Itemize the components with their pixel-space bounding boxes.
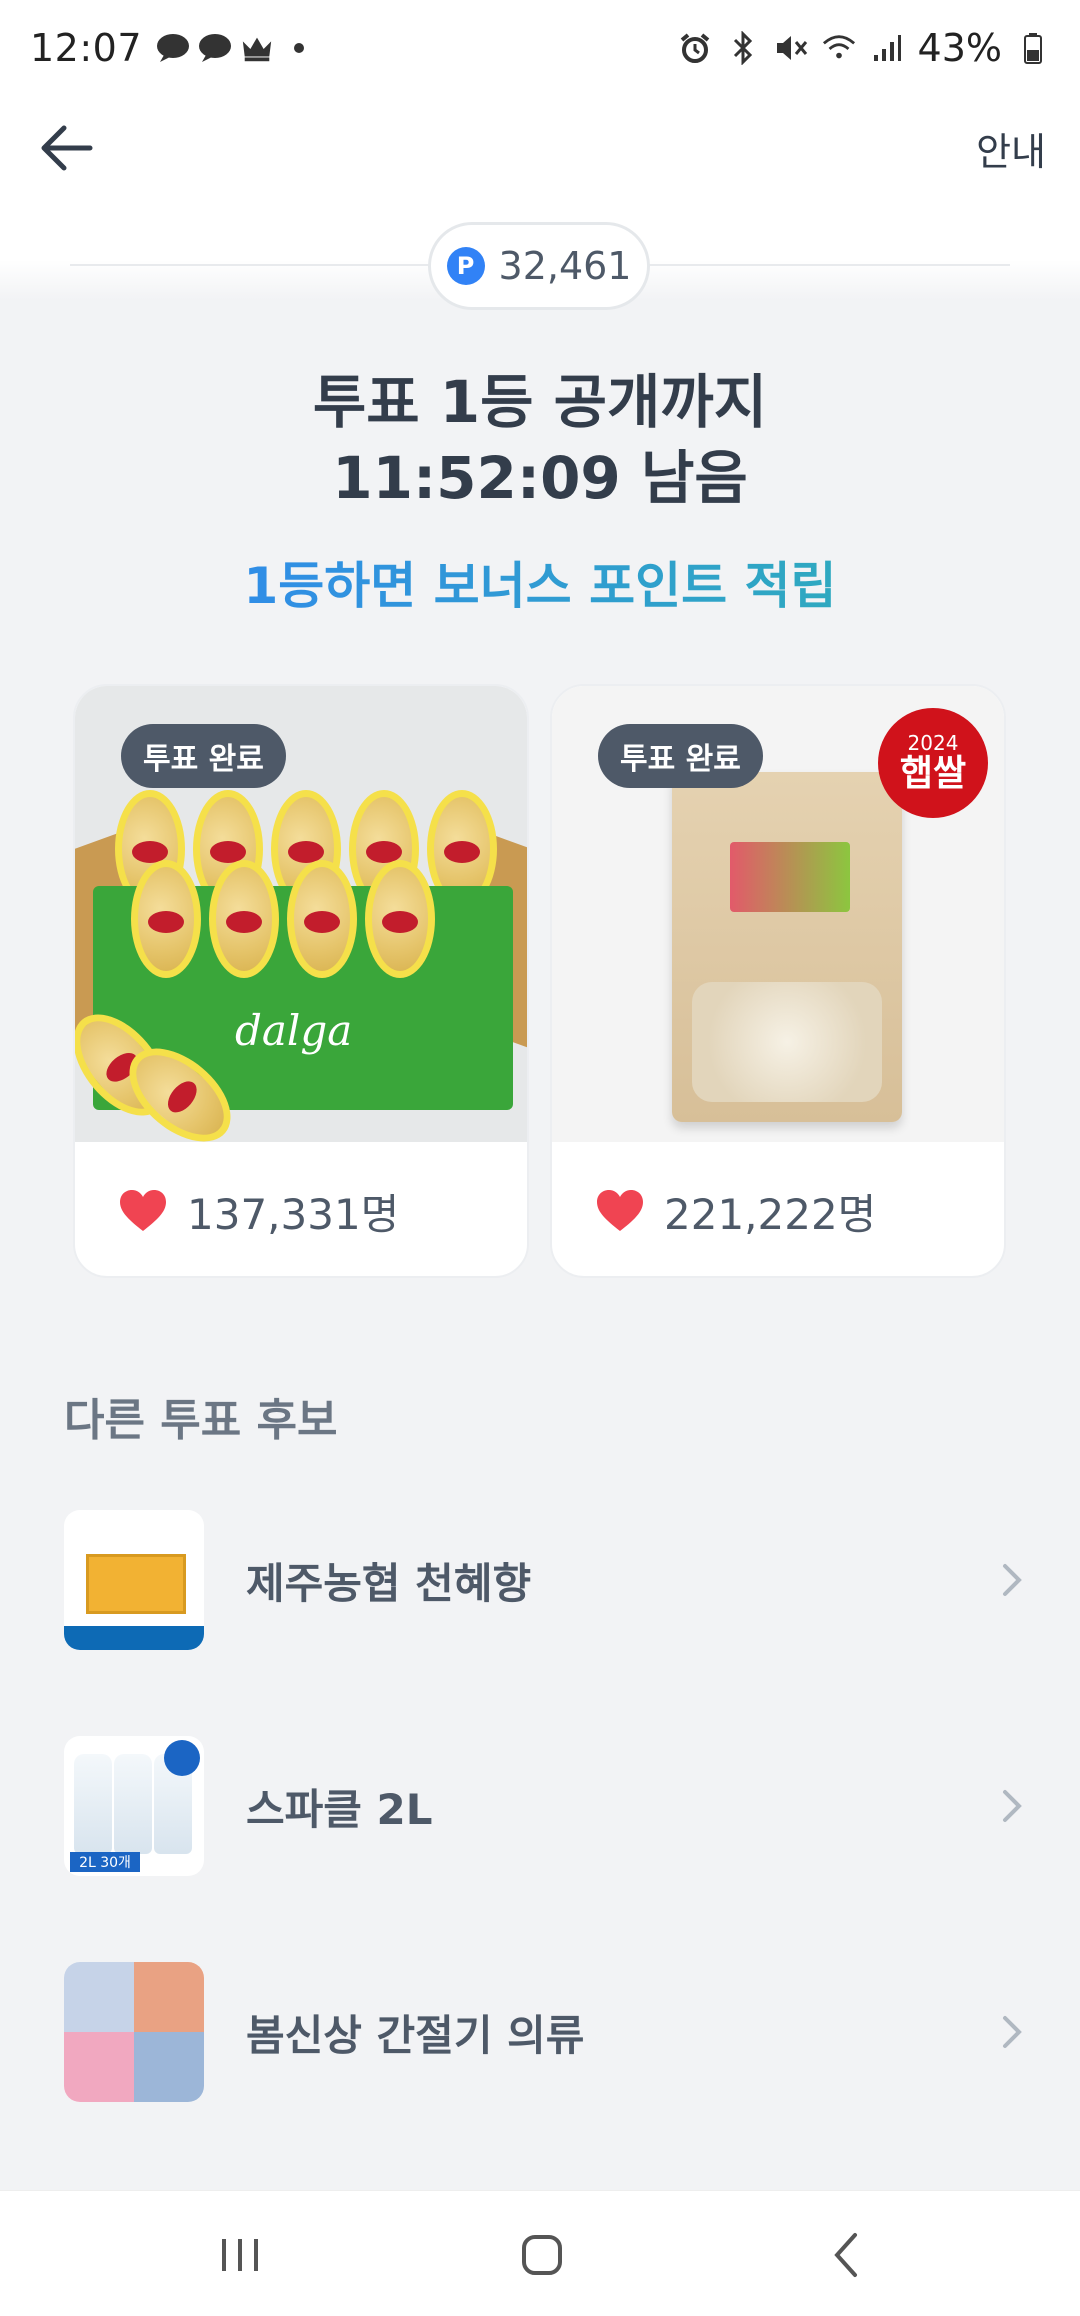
chevron-right-icon [1003,1790,1022,1822]
chevron-right-icon [1003,2016,1022,2048]
vote-card-footer: 221,222명 [552,1142,1004,1276]
candidate-item[interactable]: 제주농협 천혜향 [0,1506,1080,1654]
wifi-icon [822,31,856,65]
alarm-icon [678,31,712,65]
battery-percent: 43% [917,26,1002,70]
chevron-left-icon [834,2233,857,2277]
recent-apps-button[interactable] [210,2227,270,2283]
box-brand-label: dalga [235,1006,353,1055]
system-nav-bar [0,2190,1080,2316]
candidate-item[interactable]: 봄신상 간절기 의류 [0,1958,1080,2106]
chevron-right-icon [1003,1564,1022,1596]
system-back-button[interactable] [816,2227,876,2283]
vote-card-footer: 137,331명 [75,1142,527,1276]
countdown-headline: 투표 1등 공개까지 11:52:09 남음 [0,364,1080,516]
vote-count: 221,222명 [664,1189,877,1239]
recent-apps-icon [222,2239,258,2271]
candidate-name: 스파클 2L [246,1784,433,1834]
home-button[interactable] [512,2227,572,2283]
guide-button[interactable]: 안내 [976,121,1046,176]
candidate-thumbnail [64,1962,204,2102]
new-rice-year: 2024 [907,731,959,755]
crown-icon [240,31,274,65]
bonus-subline: 1등하면 보너스 포인트 적립 [0,546,1080,618]
vote-complete-badge: 투표 완료 [598,724,763,788]
top-nav: 안내 [0,96,1080,200]
heart-icon [597,1190,643,1231]
chat-bubble-icon [198,31,232,65]
countdown-timer: 11:52:09 남음 [332,444,748,512]
bluetooth-icon [726,31,760,65]
heart-icon [120,1190,166,1231]
chat-bubble-icon [156,31,190,65]
status-time: 12:07 [30,26,143,70]
status-bar: 12:07 43% [0,0,1080,96]
arrow-left-icon [41,125,93,171]
home-icon [522,2235,562,2275]
candidate-item[interactable]: 2L 30개 스파클 2L [0,1732,1080,1880]
battery-icon [1016,31,1050,65]
candidate-name: 봄신상 간절기 의류 [246,2010,585,2060]
new-rice-text: 햅쌀 [899,753,967,794]
headline-title: 투표 1등 공개까지 [312,368,768,436]
notification-icons [156,31,316,65]
back-button[interactable] [34,116,98,180]
new-rice-badge: 2024 햅쌀 [878,708,988,818]
other-candidates-title: 다른 투표 후보 [64,1395,338,1446]
points-icon: P [446,247,485,285]
candidate-name: 제주농협 천혜향 [246,1558,532,1608]
points-area: P 32,461 [0,200,1080,310]
dot-icon [282,31,316,65]
vote-card-mango[interactable]: dalga 투표 완료 137,331명 [73,684,529,1278]
points-value: 32,461 [498,244,632,288]
product-image-rice: 2024 햅쌀 투표 완료 [552,686,1004,1142]
thumbnail-label: 2L 30개 [70,1852,140,1872]
vote-complete-badge: 투표 완료 [121,724,286,788]
product-image-mango: dalga 투표 완료 [75,686,527,1142]
mute-icon [774,31,808,65]
vote-count: 137,331명 [187,1189,400,1239]
signal-icon [870,31,904,65]
vote-card-rice[interactable]: 2024 햅쌀 투표 완료 221,222명 [550,684,1006,1278]
points-badge[interactable]: P 32,461 [428,222,650,310]
candidate-thumbnail [64,1510,204,1650]
candidate-thumbnail: 2L 30개 [64,1736,204,1876]
